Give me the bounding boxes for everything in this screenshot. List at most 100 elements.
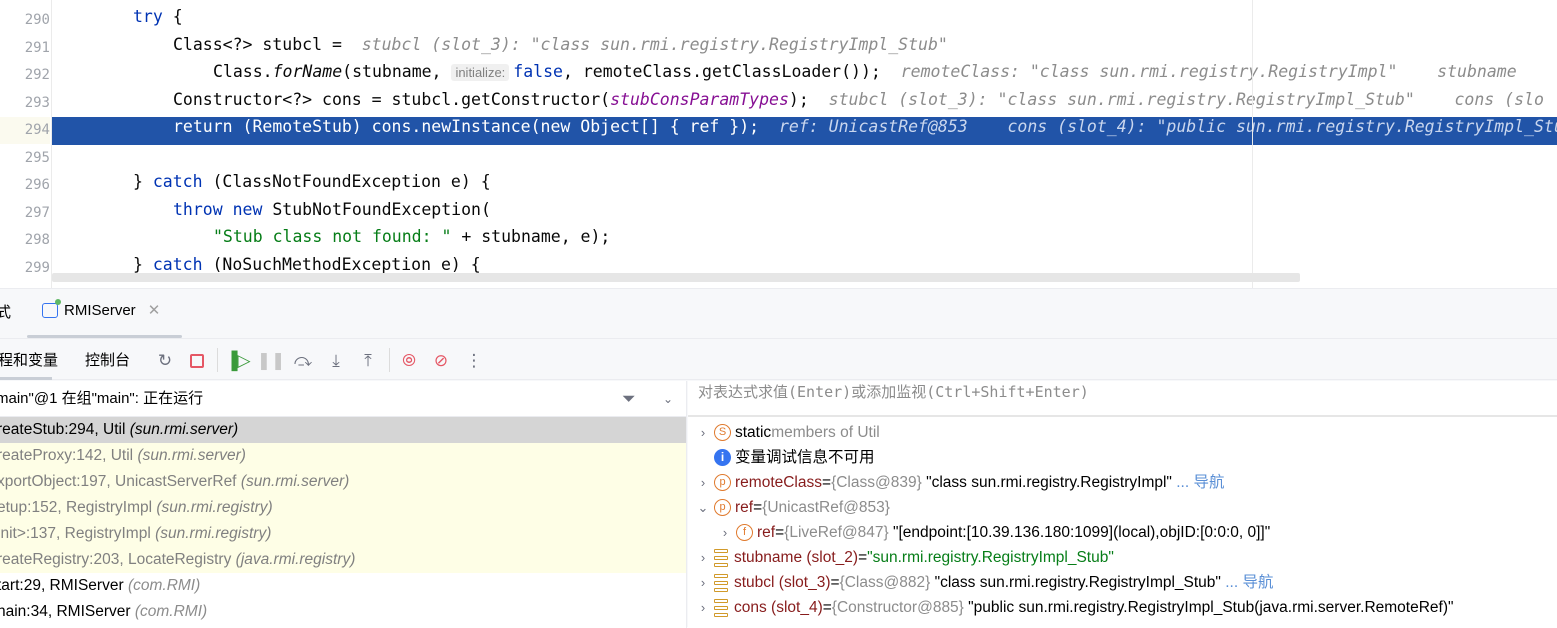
chevron-right-icon[interactable]: › <box>696 570 710 595</box>
variable-ref[interactable]: ⌄ p ref = {UnicastRef@853} <box>688 495 1557 520</box>
thread-selector[interactable]: main"@1 在组"main": 正在运行 ⏷ ⌄ <box>0 381 686 417</box>
active-subtab-indicator <box>0 377 52 380</box>
horizontal-scrollbar[interactable] <box>52 273 1300 282</box>
rerun-icon[interactable]: ↻ <box>155 351 175 371</box>
local-variable-icon <box>714 573 728 592</box>
toolbar-separator <box>217 348 218 372</box>
variable-stubcl[interactable]: › stubcl (slot_3) = {Class@882} "class su… <box>688 570 1557 595</box>
keyword: catch <box>152 172 203 191</box>
chevron-right-icon[interactable]: › <box>696 470 710 495</box>
info-text: 变量调试信息不可用 <box>735 449 875 466</box>
chevron-right-icon[interactable]: › <box>696 595 710 620</box>
line-number: 296 <box>24 177 50 193</box>
debug-session-tabs: 式 RMIServer ✕ <box>0 289 1557 339</box>
more-options-icon[interactable]: ⋮ <box>464 351 484 371</box>
step-into-icon[interactable]: ⤓ <box>326 351 346 371</box>
keyword: try <box>133 7 163 26</box>
code-text: Class<?> stubcl = <box>173 34 352 54</box>
session-tab-rmiserver[interactable]: RMIServer ✕ <box>42 298 161 319</box>
frames-list: reateStub:294, Util (sun.rmi.server) rea… <box>0 417 686 625</box>
chevron-down-icon[interactable]: ⌄ <box>663 381 673 417</box>
keyword: throw <box>173 199 223 219</box>
var-value: "class sun.rmi.registry.RegistryImpl_Stu… <box>934 574 1221 591</box>
mute-breakpoints-icon[interactable]: ⊘ <box>431 351 451 371</box>
code-line: throw new StubNotFoundException( <box>52 200 1557 228</box>
local-variable-icon <box>714 598 728 617</box>
field-reference: stubConsParamTypes <box>610 89 789 109</box>
run-config-icon <box>42 298 61 318</box>
inline-debug-value: ref: UnicastRef@853 cons (slot_4): "publ… <box>778 117 1557 136</box>
field-icon: f <box>736 524 753 541</box>
code-text: , remoteClass.getClassLoader()); <box>562 62 881 81</box>
right-margin-guide <box>1252 0 1253 288</box>
equals: = <box>822 599 832 616</box>
step-over-icon[interactable]: ⤼ <box>293 351 313 371</box>
frame-item[interactable]: init>:137, RegistryImpl (sun.rmi.registr… <box>0 521 686 547</box>
navigate-link[interactable]: ... 导航 <box>1225 570 1273 595</box>
chevron-right-icon[interactable]: › <box>696 420 710 445</box>
close-icon[interactable]: ✕ <box>148 301 161 319</box>
frame-item[interactable]: xportObject:197, UnicastServerRef (sun.r… <box>0 469 686 495</box>
tool-window-title: 式 <box>0 304 12 321</box>
code-editor[interactable]: 290 291 292 293 294 295 296 297 298 299 … <box>0 0 1557 288</box>
step-out-icon[interactable]: ⤒ <box>358 351 378 371</box>
filter-icon[interactable]: ⏷ <box>622 381 636 417</box>
code-text: Class. <box>213 62 273 81</box>
code-line: Constructor<?> cons = stubcl.getConstruc… <box>52 90 1557 118</box>
chevron-right-icon[interactable]: › <box>718 520 732 545</box>
frame-package: (java.rmi.registry) <box>235 551 356 568</box>
local-variable-icon <box>714 548 728 567</box>
debug-toolbar: 程和变量 控制台 ↻ ▐▷ ❚❚ ⤼ ⤓ ⤒ ⦾ ⊘ ⋮ <box>0 340 1557 380</box>
frame-package: (sun.rmi.server) <box>129 421 239 438</box>
variable-stubname[interactable]: › stubname (slot_2) = "sun.rmi.registry.R… <box>688 545 1557 570</box>
code-line: } catch (ClassNotFoundException e) { <box>52 172 1557 200</box>
var-value: "public sun.rmi.registry.RegistryImpl_St… <box>968 599 1454 616</box>
line-number: 290 <box>24 12 50 28</box>
keyword: false <box>513 62 563 81</box>
thread-label: main"@1 在组"main": 正在运行 <box>0 390 204 407</box>
keyword: catch <box>152 254 203 274</box>
frame-item[interactable]: nain:34, RMIServer (com.RMI) <box>0 599 686 625</box>
code-text: } <box>133 254 153 274</box>
code-text: (stubname, <box>342 62 452 81</box>
equals: = <box>830 574 840 591</box>
equals: = <box>753 499 763 516</box>
stop-icon[interactable] <box>187 351 207 371</box>
line-number-current: 294 <box>0 117 50 144</box>
variable-remoteClass[interactable]: › p remoteClass = {Class@839} "class sun.r… <box>688 470 1557 495</box>
line-gutter: 290 291 292 293 294 295 296 297 298 299 <box>0 0 50 288</box>
variable-static-members[interactable]: › Sstatic members of Util <box>688 420 1557 445</box>
evaluate-expression-input[interactable]: 对表达式求值(Enter)或添加监视(Ctrl+Shift+Enter) <box>688 381 1557 417</box>
code-line: "Stub class not found: " + stubname, e); <box>52 227 1557 255</box>
frame-item[interactable]: tart:29, RMIServer (com.RMI) <box>0 573 686 599</box>
variable-cons[interactable]: › cons (slot_4) = {Constructor@885} "publ… <box>688 595 1557 620</box>
var-type: {LiveRef@847} <box>784 524 889 541</box>
parameter-icon: p <box>714 499 731 516</box>
resume-icon[interactable]: ▐▷ <box>225 351 250 371</box>
navigate-link[interactable]: ... 导航 <box>1176 470 1224 495</box>
frame-item[interactable]: reateRegistry:203, LocateRegistry (java.… <box>0 547 686 573</box>
variables-panel: 对表达式求值(Enter)或添加监视(Ctrl+Shift+Enter) › Ss… <box>688 381 1557 628</box>
tab-frames-variables[interactable]: 程和变量 <box>0 349 58 370</box>
chevron-down-icon[interactable]: ⌄ <box>696 495 710 520</box>
code-line: Class<?> stubcl = stubcl (slot_3): "clas… <box>52 35 1557 63</box>
parameter-hint: initialize: <box>451 64 510 81</box>
line-number: 295 <box>24 149 50 166</box>
variable-info-message: i 变量调试信息不可用 <box>688 445 1557 470</box>
chevron-right-icon[interactable]: › <box>696 545 710 570</box>
tab-console[interactable]: 控制台 <box>85 349 130 370</box>
var-desc: members of Util <box>771 424 880 441</box>
var-type: {Constructor@885} <box>831 599 964 616</box>
keyword: new <box>232 199 263 219</box>
frame-item[interactable]: reateProxy:142, Util (sun.rmi.server) <box>0 443 686 469</box>
variable-ref-inner[interactable]: › f ref = {LiveRef@847} "[endpoint:[10.39.… <box>688 520 1557 545</box>
frame-item[interactable]: reateStub:294, Util (sun.rmi.server) <box>0 417 686 443</box>
code-line: Class.forName(stubname, initialize: false… <box>52 62 1557 90</box>
pause-icon[interactable]: ❚❚ <box>257 351 286 371</box>
frame-item[interactable]: etup:152, RegistryImpl (sun.rmi.registry… <box>0 495 686 521</box>
equals: = <box>775 524 785 541</box>
view-breakpoints-icon[interactable]: ⦾ <box>399 351 419 371</box>
var-name: cons (slot_4) <box>734 599 823 616</box>
current-execution-line: return (RemoteStub) cons.newInstance(new… <box>52 117 1557 145</box>
code-text: + stubname, e); <box>451 227 611 246</box>
